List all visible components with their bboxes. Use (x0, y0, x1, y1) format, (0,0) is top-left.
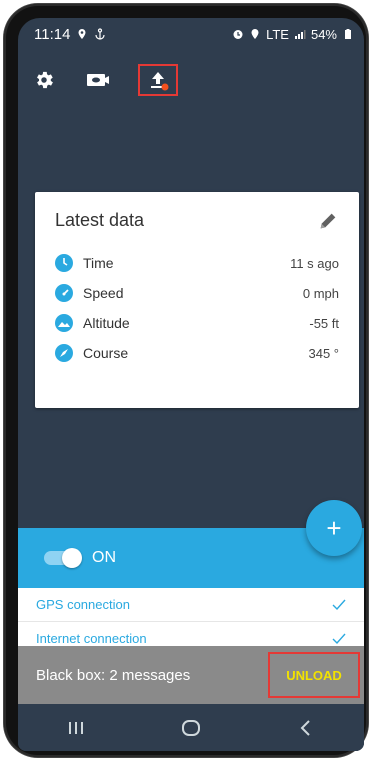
toggle-knob (62, 548, 82, 568)
latest-data-card: Latest data Time 11 s ago Speed 0 mph Al… (35, 192, 359, 408)
location-pin-icon (78, 29, 86, 39)
row-value: 11 s ago (290, 255, 339, 271)
check-icon (332, 599, 346, 610)
phone-frame: 11:14 LTE 54% Latest data Time 11 s ago … (4, 4, 368, 757)
tracking-toggle[interactable] (44, 548, 82, 568)
upload-button[interactable] (138, 64, 178, 96)
data-row-course: Course 345 ° (55, 342, 339, 364)
clock-icon (55, 254, 73, 272)
anchor-icon (95, 28, 106, 40)
row-label: Altitude (83, 315, 130, 331)
camera-icon (87, 74, 109, 86)
row-label: Course (83, 345, 129, 361)
mountain-icon (55, 314, 73, 332)
row-value: 0 mph (302, 285, 339, 301)
status-bar: 11:14 LTE 54% (18, 18, 364, 50)
app-toolbar (18, 58, 364, 102)
app-screen: 11:14 LTE 54% Latest data Time 11 s ago … (18, 18, 364, 751)
recent-apps-button[interactable] (56, 713, 96, 743)
back-button[interactable] (286, 713, 326, 743)
alarm-icon (233, 30, 243, 39)
row-label: Time (83, 255, 114, 271)
camera-button[interactable] (80, 62, 116, 98)
pencil-icon[interactable] (317, 210, 339, 232)
row-label: Speed (83, 285, 124, 301)
snackbar: Black box: 2 messages UNLOAD (18, 646, 364, 704)
data-row-time: Time 11 s ago (55, 252, 339, 274)
settings-button[interactable] (26, 62, 62, 98)
network-type: LTE (266, 26, 289, 42)
snackbar-message: Black box: 2 messages (36, 666, 191, 684)
battery-percent: 54% (310, 26, 337, 42)
back-icon (300, 719, 311, 736)
recent-apps-icon (68, 721, 83, 734)
data-row-altitude: Altitude -55 ft (55, 312, 339, 334)
list-item-gps[interactable]: GPS connection (18, 588, 364, 622)
row-value: 345 ° (308, 345, 339, 361)
list-item-label: Internet connection (36, 631, 147, 646)
unload-button[interactable]: UNLOAD (268, 652, 360, 698)
location-status-icon (251, 29, 259, 39)
signal-icon (294, 30, 306, 39)
system-nav-bar (18, 704, 364, 751)
home-icon (181, 719, 200, 736)
switch-label: ON (92, 549, 116, 566)
gear-icon (37, 71, 53, 89)
row-value: -55 ft (309, 315, 339, 331)
upload-icon (151, 72, 169, 91)
data-row-speed: Speed 0 mph (55, 282, 339, 304)
check-icon (332, 633, 346, 644)
card-title: Latest data (55, 210, 145, 230)
list-item-label: GPS connection (36, 597, 130, 612)
battery-icon (345, 29, 351, 39)
status-time: 11:14 (34, 25, 71, 43)
add-fab-button[interactable]: + (306, 500, 362, 556)
home-button[interactable] (171, 713, 211, 743)
compass-icon (55, 344, 73, 362)
speedometer-icon (55, 284, 73, 302)
